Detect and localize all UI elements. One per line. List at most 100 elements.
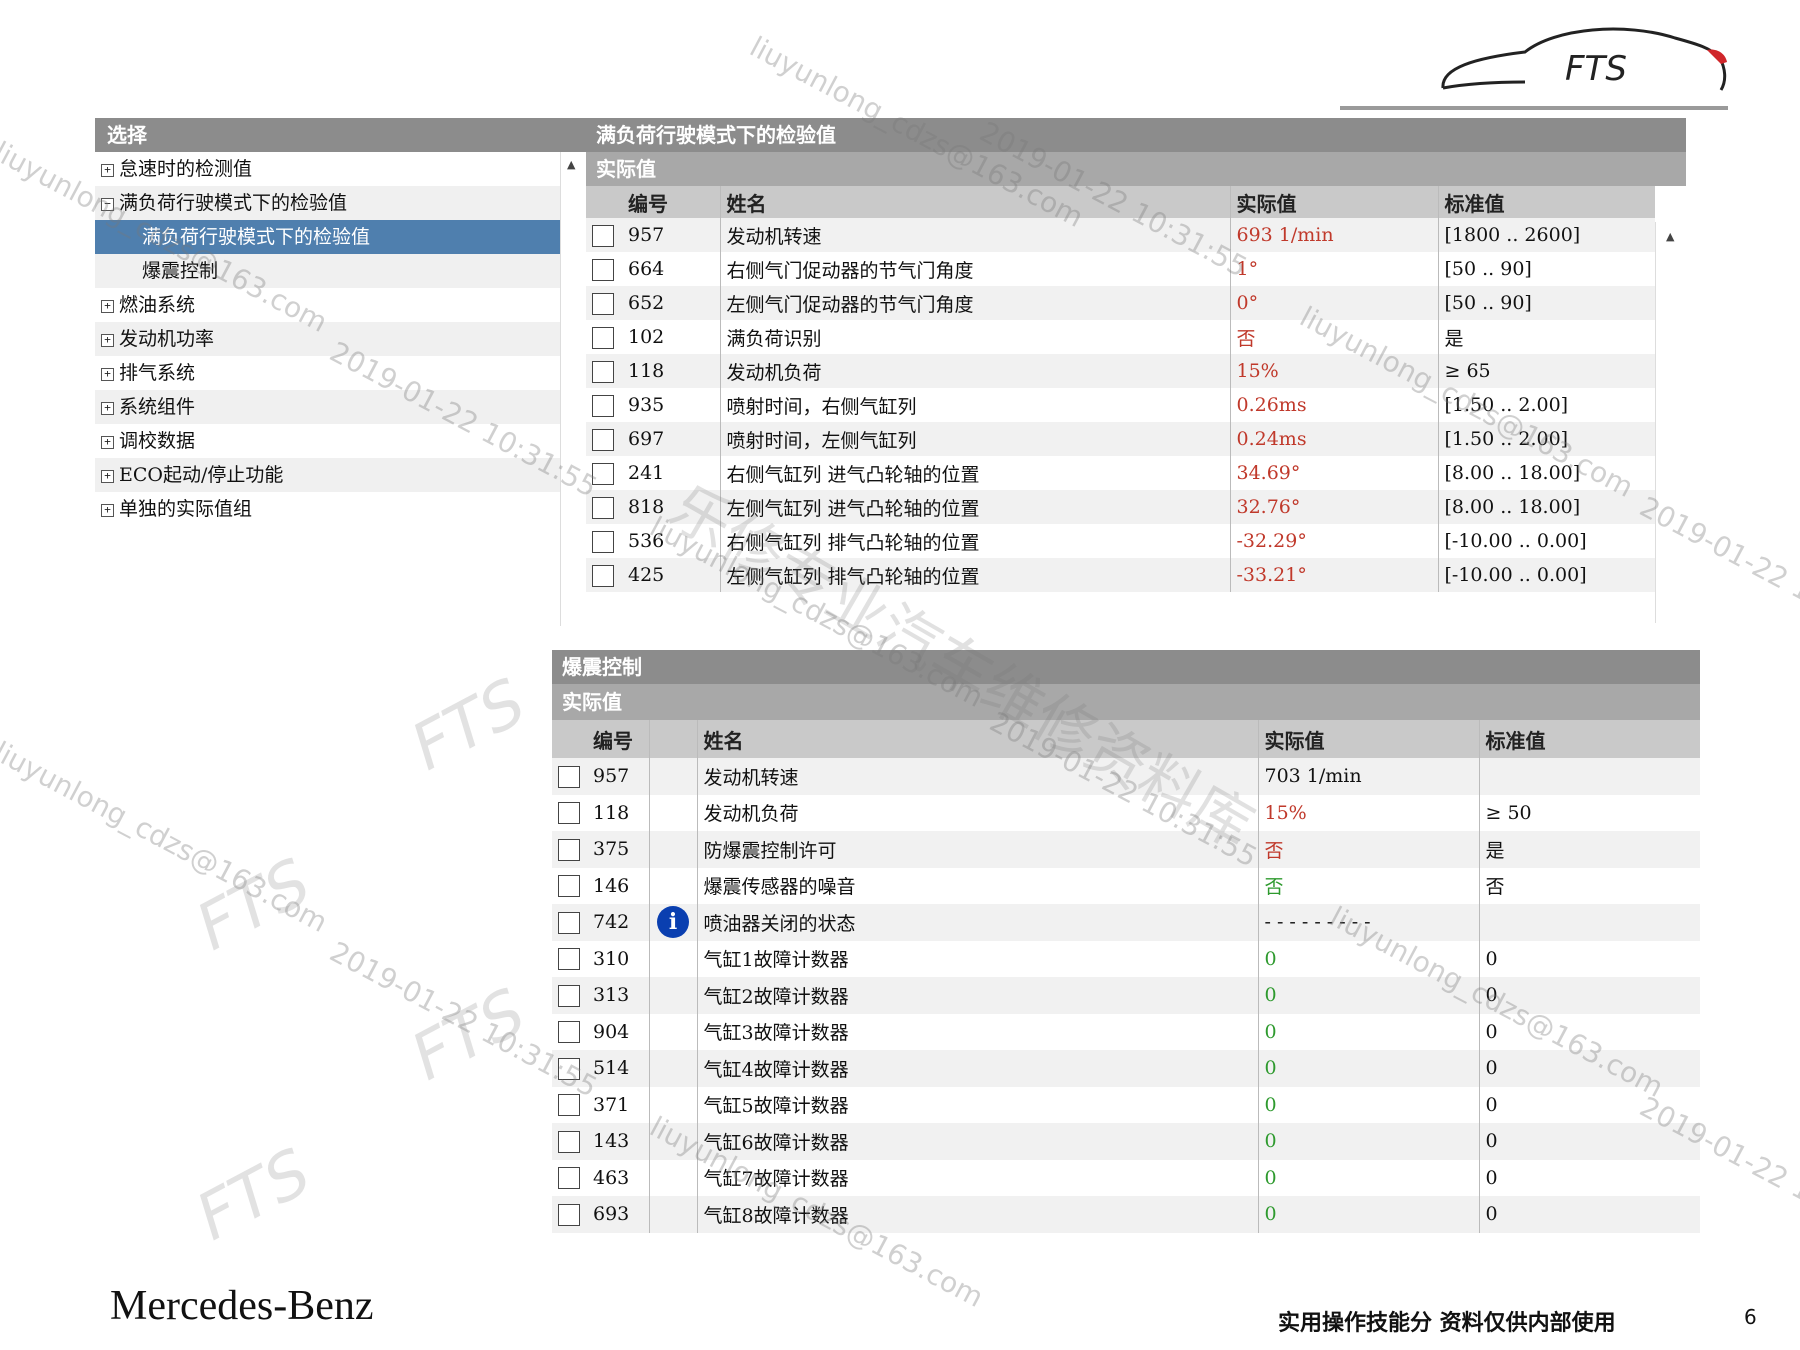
table-row[interactable]: 375 防爆震控制许可否是 xyxy=(552,831,1700,868)
row-name: 气缸1故障计数器 xyxy=(697,940,1259,977)
tree-item[interactable]: 爆震控制 xyxy=(95,254,586,288)
tree-item[interactable]: + ECO起动/停止功能 xyxy=(95,458,586,492)
row-checkbox[interactable] xyxy=(586,218,622,252)
expand-icon[interactable]: + xyxy=(101,299,114,313)
row-id: 904 xyxy=(587,1013,650,1050)
table-row[interactable]: 904 气缸3故障计数器 0 0 xyxy=(552,1013,1700,1051)
row-id: 957 xyxy=(587,758,650,795)
panel1-col-id[interactable]: 编号 xyxy=(622,186,721,218)
row-checkbox[interactable] xyxy=(586,286,622,320)
info-icon[interactable]: i xyxy=(657,906,689,939)
row-checkbox[interactable] xyxy=(586,422,622,456)
tree-item[interactable]: − 满负荷行驶模式下的检验值 xyxy=(95,186,586,220)
tree-scrollbar[interactable]: ▲ xyxy=(560,152,587,626)
row-checkbox[interactable] xyxy=(586,490,622,524)
row-checkbox[interactable] xyxy=(552,941,587,978)
table-row[interactable]: 313 气缸2故障计数器 0 0 xyxy=(552,977,1700,1014)
panel2-col-actual[interactable]: 实际值 xyxy=(1258,720,1480,758)
row-actual-value: - - - - - - - - - xyxy=(1258,904,1480,941)
row-checkbox[interactable] xyxy=(552,1123,587,1160)
panel2-subtitle: 实际值 xyxy=(552,684,1700,720)
row-standard-value: 0 xyxy=(1479,977,1700,1014)
panel2-col-name[interactable]: 姓名 xyxy=(697,720,1259,758)
table-row[interactable]: 102 满负荷识别否是 xyxy=(586,320,1655,354)
row-actual-value: 32.76° xyxy=(1230,490,1439,524)
row-checkbox[interactable] xyxy=(552,904,587,941)
row-checkbox[interactable] xyxy=(552,1050,587,1087)
tree-item[interactable]: + 燃油系统 xyxy=(95,288,586,322)
row-checkbox[interactable] xyxy=(552,795,587,832)
panel2-col-id[interactable]: 编号 xyxy=(587,720,650,758)
tree-items: + 怠速时的检测值 − 满负荷行驶模式下的检验值 满负荷行驶模式下的检验值 爆震控制 + 燃油… xyxy=(95,152,586,526)
row-standard-value: [8.00 .. 18.00] xyxy=(1438,490,1655,524)
collapse-icon[interactable]: − xyxy=(101,197,114,211)
row-checkbox[interactable] xyxy=(552,1160,587,1197)
table-row[interactable]: 146 爆震传感器的噪音否否 xyxy=(552,867,1700,905)
panel1-col-standard[interactable]: 标准值 xyxy=(1438,186,1655,218)
row-checkbox[interactable] xyxy=(586,558,622,592)
table-row[interactable]: 310 气缸1故障计数器 0 0 xyxy=(552,940,1700,978)
row-checkbox[interactable] xyxy=(586,456,622,490)
row-standard-value: 0 xyxy=(1479,1196,1700,1233)
expand-icon[interactable]: + xyxy=(101,401,114,415)
table-row[interactable]: 652 左侧气门促动器的节气门角度 0° [50 .. 90] xyxy=(586,286,1655,320)
tree-item[interactable]: + 调校数据 xyxy=(95,424,586,458)
table-row[interactable]: 742 i 喷油器关闭的状态 - - - - - - - - - xyxy=(552,904,1700,941)
panel2-col-info xyxy=(649,720,698,758)
table-row[interactable]: 241 右侧气缸列 进气凸轮轴的位置 34.69° [8.00 .. 18.00] xyxy=(586,456,1655,490)
row-checkbox[interactable] xyxy=(586,354,622,388)
row-id: 536 xyxy=(622,524,721,558)
expand-icon[interactable]: + xyxy=(101,469,114,483)
expand-icon[interactable]: + xyxy=(101,367,114,381)
row-checkbox[interactable] xyxy=(552,868,587,905)
tree-item[interactable]: + 怠速时的检测值 xyxy=(95,152,586,186)
tree-item[interactable]: + 单独的实际值组 xyxy=(95,492,586,526)
table-row[interactable]: 143 气缸6故障计数器 0 0 xyxy=(552,1123,1700,1160)
row-checkbox[interactable] xyxy=(586,388,622,422)
row-checkbox[interactable] xyxy=(586,320,622,354)
expand-icon[interactable]: + xyxy=(101,503,114,517)
table-row[interactable]: 664 右侧气门促动器的节气门角度 1° [50 .. 90] xyxy=(586,252,1655,286)
table-row[interactable]: 463 气缸7故障计数器 0 0 xyxy=(552,1159,1700,1197)
scroll-up-icon[interactable]: ▲ xyxy=(567,158,575,171)
expand-icon[interactable]: + xyxy=(101,163,114,177)
tree-item[interactable]: 满负荷行驶模式下的检验值 xyxy=(95,220,586,254)
panel1-col-name[interactable]: 姓名 xyxy=(720,186,1231,218)
table-row[interactable]: 935 喷射时间，右侧气缸列 0.26ms [1.50 .. 2.00] xyxy=(586,388,1655,422)
tree-item[interactable]: + 系统组件 xyxy=(95,390,586,424)
row-checkbox[interactable] xyxy=(552,1087,587,1124)
panel1-col-actual[interactable]: 实际值 xyxy=(1230,186,1439,218)
row-checkbox[interactable] xyxy=(586,524,622,558)
table-row[interactable]: 697 喷射时间，左侧气缸列 0.24ms [1.50 .. 2.00] xyxy=(586,422,1655,456)
row-checkbox[interactable] xyxy=(552,831,587,868)
panel2-col-standard[interactable]: 标准值 xyxy=(1479,720,1700,758)
scroll-up-icon[interactable]: ▲ xyxy=(1666,230,1674,243)
row-info xyxy=(649,1123,698,1160)
table-row[interactable]: 425 左侧气缸列 排气凸轮轴的位置 -33.21° [-10.00 .. 0.00] xyxy=(586,558,1655,592)
row-checkbox[interactable] xyxy=(552,1196,587,1233)
row-checkbox[interactable] xyxy=(552,977,587,1014)
row-checkbox[interactable] xyxy=(586,252,622,286)
table-row[interactable]: 118 发动机负荷 15% ≥ 65 xyxy=(586,354,1655,388)
expand-icon[interactable]: + xyxy=(101,435,114,449)
table-row[interactable]: 693 气缸8故障计数器 0 0 xyxy=(552,1196,1700,1233)
table-row[interactable]: 536 右侧气缸列 排气凸轮轴的位置 -32.29° [-10.00 .. 0.00] xyxy=(586,524,1655,558)
row-info xyxy=(649,831,698,868)
table-row[interactable]: 371 气缸5故障计数器 0 0 xyxy=(552,1086,1700,1124)
table-row[interactable]: 957 发动机转速 703 1/min xyxy=(552,758,1700,795)
row-name: 左侧气门促动器的节气门角度 xyxy=(720,286,1231,320)
table-row[interactable]: 118 发动机负荷 15% ≥ 50 xyxy=(552,794,1700,832)
table-row[interactable]: 514 气缸4故障计数器 0 0 xyxy=(552,1050,1700,1087)
row-actual-value: 0 xyxy=(1258,1159,1480,1196)
expand-icon[interactable]: + xyxy=(101,333,114,347)
row-standard-value: ≥ 50 xyxy=(1485,801,1532,824)
tree-item[interactable]: + 发动机功率 xyxy=(95,322,586,356)
tree-item[interactable]: + 排气系统 xyxy=(95,356,586,390)
row-checkbox[interactable] xyxy=(552,1014,587,1051)
row-name: 气缸5故障计数器 xyxy=(697,1086,1259,1123)
table-row[interactable]: 957 发动机转速 693 1/min [1800 .. 2600] xyxy=(586,218,1655,252)
row-name: 满负荷识别 xyxy=(720,320,1231,354)
row-checkbox[interactable] xyxy=(552,758,587,795)
table-row[interactable]: 818 左侧气缸列 进气凸轮轴的位置 32.76° [8.00 .. 18.00] xyxy=(586,490,1655,524)
panel1-scrollbar[interactable]: ▲ xyxy=(1655,222,1687,623)
